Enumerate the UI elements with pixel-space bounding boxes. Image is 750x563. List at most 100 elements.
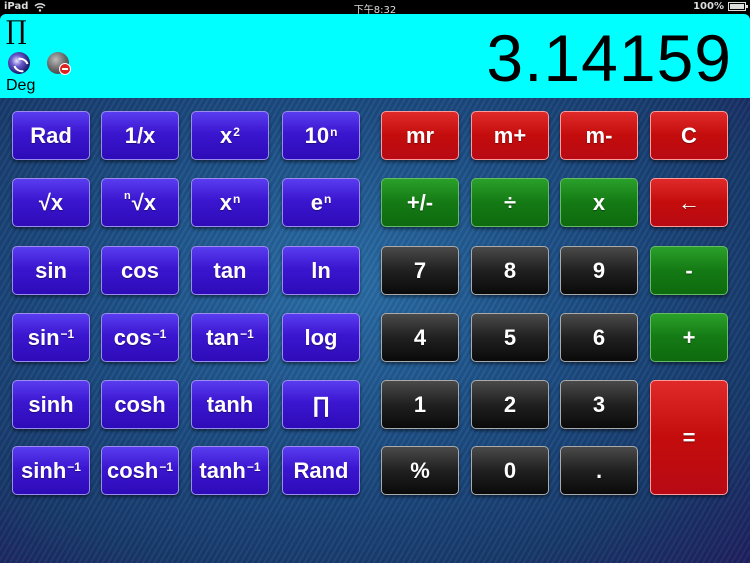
key-label: x [220,122,233,148]
arccos-button[interactable]: cos −1 [101,313,179,362]
arcsin-button[interactable]: sin −1 [12,313,90,362]
key-label: + [682,324,696,350]
cosh-button[interactable]: cosh [101,380,179,429]
key-superscript: −1 [152,326,167,341]
keypad: Rad 1/x x2 10 n mr m+ m- C √x n √x xn en +… [0,98,750,563]
square-root-button[interactable]: √x [12,178,90,227]
digit-8-button[interactable]: 8 [471,246,549,295]
multiply-button[interactable]: x [560,178,638,227]
backspace-icon: ← [678,189,700,215]
key-label: 5 [503,324,517,350]
key-superscript: −1 [60,326,75,341]
angle-mode-indicator: Deg [6,77,36,94]
key-superscript: −1 [159,459,174,474]
decimal-point-button[interactable]: . [560,446,638,495]
key-label: 8 [503,257,517,283]
key-label: ∏ [311,391,331,417]
no-entry-badge-icon [59,63,71,75]
square-button[interactable]: x2 [191,111,269,160]
key-label: x [219,189,232,215]
key-label: cos [113,324,152,350]
digit-9-button[interactable]: 9 [560,246,638,295]
divide-button[interactable]: ÷ [471,178,549,227]
key-label: tan [213,257,247,283]
clear-button[interactable]: C [650,111,728,160]
digit-0-button[interactable]: 0 [471,446,549,495]
sin-button[interactable]: sin [12,246,90,295]
digit-5-button[interactable]: 5 [471,313,549,362]
key-label: cosh [114,391,166,417]
sinh-button[interactable]: sinh [12,380,90,429]
tanh-button[interactable]: tanh [191,380,269,429]
key-label: Rad [30,122,72,148]
digit-3-button[interactable]: 3 [560,380,638,429]
digit-2-button[interactable]: 2 [471,380,549,429]
log-button[interactable]: log [282,313,360,362]
key-label: +/- [406,189,434,215]
key-label: 10 [304,122,330,148]
key-label: cosh [106,457,159,483]
random-button[interactable]: Rand [282,446,360,495]
key-label: = [682,424,696,450]
key-label: C [681,122,697,148]
power-button[interactable]: xn [191,178,269,227]
percent-button[interactable]: % [381,446,459,495]
pi-button[interactable]: ∏ [282,380,360,429]
key-label: 9 [592,257,606,283]
key-label: x [592,189,606,215]
reciprocal-button[interactable]: 1/x [101,111,179,160]
arctan-button[interactable]: tan −1 [191,313,269,362]
key-label: % [410,457,430,483]
memory-add-button[interactable]: m+ [471,111,549,160]
memory-recall-button[interactable]: mr [381,111,459,160]
digit-4-button[interactable]: 4 [381,313,459,362]
key-label: sinh [28,391,74,417]
key-superscript: −1 [246,459,261,474]
key-label: e [310,189,323,215]
key-label: tanh [206,391,254,417]
exp-button[interactable]: en [282,178,360,227]
key-superscript: n [323,191,332,206]
key-label: 6 [592,324,606,350]
rad-button[interactable]: Rad [12,111,90,160]
pi-indicator: ∏ [6,16,27,46]
memory-subtract-button[interactable]: m- [560,111,638,160]
nth-root-button[interactable]: n √x [101,178,179,227]
key-superscript: 2 [233,124,240,139]
swirl-app-icon[interactable] [8,52,30,74]
tan-button[interactable]: tan [191,246,269,295]
key-superscript: n [232,191,241,206]
key-label: 4 [413,324,427,350]
display-value: 3.14159 [486,21,732,95]
negate-button[interactable]: +/- [381,178,459,227]
add-button[interactable]: + [650,313,728,362]
key-label: m- [585,122,613,148]
power-of-ten-button[interactable]: 10 n [282,111,360,160]
key-label: 1 [413,391,427,417]
subtract-button[interactable]: - [650,246,728,295]
digit-7-button[interactable]: 7 [381,246,459,295]
key-label: log [304,324,338,350]
arccosh-button[interactable]: cosh −1 [101,446,179,495]
key-label: cos [121,257,159,283]
battery-icon [728,2,748,11]
cos-button[interactable]: cos [101,246,179,295]
mute-sound-icon[interactable] [47,52,71,75]
key-label: 7 [413,257,427,283]
ln-button[interactable]: ln [282,246,360,295]
key-label: tanh [199,457,246,483]
key-label: √x [131,189,157,215]
key-label: sin [27,324,60,350]
digit-1-button[interactable]: 1 [381,380,459,429]
key-label: 1/x [124,122,156,148]
arctanh-button[interactable]: tanh −1 [191,446,269,495]
status-bar: iPad 下午8:32 100% [0,0,750,16]
digit-6-button[interactable]: 6 [560,313,638,362]
key-superscript: −1 [67,459,81,474]
key-label: 3 [592,391,606,417]
key-label: 2 [503,391,517,417]
backspace-button[interactable]: ← [650,178,728,227]
equals-button[interactable]: = [650,380,728,495]
key-label: 0 [503,457,517,483]
arcsinh-button[interactable]: sinh −1 [12,446,90,495]
